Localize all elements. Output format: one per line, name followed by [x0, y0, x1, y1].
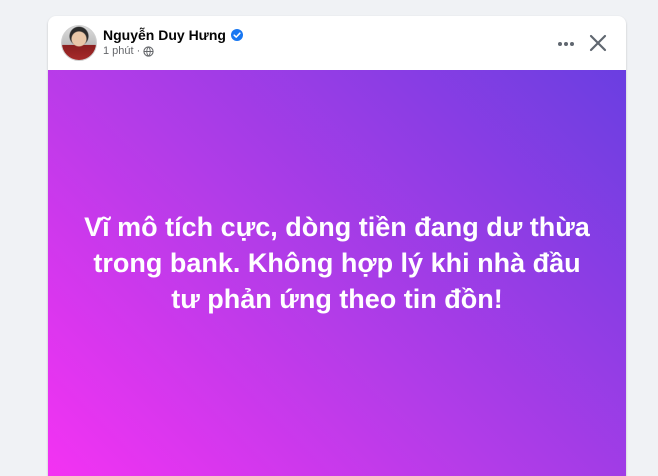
- author-name-row: Nguyễn Duy Hưng: [103, 27, 243, 43]
- author-avatar[interactable]: [61, 25, 97, 61]
- post-text: Vĩ mô tích cực, dòng tiền đang dư thừa t…: [84, 212, 590, 314]
- close-post-button[interactable]: [584, 29, 612, 57]
- meta-separator: ·: [136, 45, 141, 57]
- globe-icon: [143, 45, 154, 57]
- more-horizontal-icon: [558, 42, 574, 46]
- page: Nguyễn Duy Hưng 1 phút · Vĩ mô tích cực,…: [0, 0, 658, 476]
- post-meta: 1 phút ·: [103, 45, 154, 57]
- close-icon: [589, 34, 607, 52]
- verified-badge-icon: [230, 29, 243, 41]
- more-options-button[interactable]: [552, 30, 580, 58]
- post-card: Nguyễn Duy Hưng 1 phút · Vĩ mô tích cực,…: [48, 16, 626, 476]
- post-header: Nguyễn Duy Hưng 1 phút ·: [48, 16, 626, 70]
- post-timestamp[interactable]: 1 phút: [103, 45, 134, 57]
- author-name[interactable]: Nguyễn Duy Hưng: [103, 27, 226, 43]
- post-body[interactable]: Vĩ mô tích cực, dòng tiền đang dư thừa t…: [48, 70, 626, 476]
